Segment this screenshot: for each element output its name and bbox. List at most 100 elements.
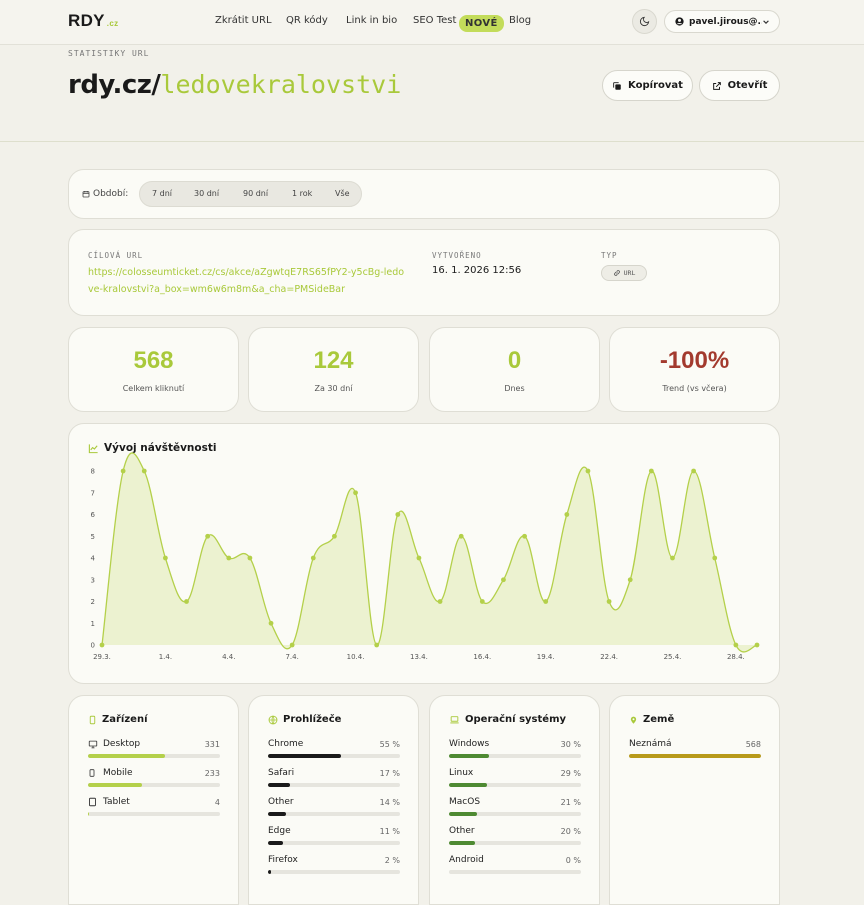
- devices-panel: Zařízení Desktop 331 Mobile 233 Tablet 4: [68, 695, 239, 905]
- data-point[interactable]: [479, 599, 485, 604]
- browser-bar-fill: [268, 783, 291, 787]
- os-bar-fill: [449, 754, 489, 758]
- data-point[interactable]: [374, 642, 380, 648]
- x-tick-label: 28.4.: [727, 653, 745, 661]
- period-option-1y[interactable]: 1 rok: [292, 189, 312, 198]
- moon-icon: [639, 16, 650, 27]
- x-tick-label: 1.4.: [159, 653, 172, 661]
- device-value: 331: [204, 740, 220, 749]
- device-label: Tablet: [88, 797, 130, 807]
- data-point[interactable]: [712, 555, 718, 561]
- nav-link-blog[interactable]: Blog: [509, 15, 531, 26]
- period-option-all[interactable]: Vše: [335, 189, 350, 198]
- device-value: 4: [214, 798, 220, 807]
- data-point[interactable]: [585, 468, 591, 474]
- nav-link-qr[interactable]: QR kódy: [286, 15, 328, 26]
- stat-card-today: 0 Dnes: [429, 327, 600, 412]
- traffic-chart-card: Vývoj návštěvnosti 0 1 2 3 4 5 6 7 8 29.3. 1.4. 4.4…: [68, 423, 780, 684]
- stat-30days-value: 124: [313, 347, 354, 374]
- browser-row: Firefox 2 %: [268, 855, 400, 881]
- data-point[interactable]: [458, 533, 464, 539]
- traffic-chart: 0 1 2 3 4 5 6 7 8 29.3. 1.4. 4.4. 7.4. 10.4. 13.4. 16.4…: [91, 452, 760, 661]
- data-point[interactable]: [120, 468, 126, 474]
- os-row: Other 20 %: [449, 826, 581, 852]
- new-badge: NOVÉ: [459, 15, 504, 32]
- data-point[interactable]: [416, 555, 422, 561]
- phone-icon: [89, 715, 96, 724]
- top-header: RDY .cz Zkrátit URL QR kódy Link in bio S…: [0, 0, 864, 45]
- target-url[interactable]: https://colosseumticket.cz/cs/akce/aZgwt…: [88, 264, 406, 298]
- data-point[interactable]: [184, 599, 189, 604]
- data-point[interactable]: [691, 468, 697, 474]
- device-label: Desktop: [88, 739, 140, 749]
- data-point[interactable]: [205, 533, 211, 539]
- y-tick-label: 5: [91, 533, 95, 541]
- data-point[interactable]: [162, 555, 168, 561]
- data-point[interactable]: [501, 577, 506, 583]
- x-tick-label: 10.4.: [347, 653, 365, 661]
- browser-row: Edge 11 %: [268, 826, 400, 852]
- period-option-7d[interactable]: 7 dní: [152, 189, 172, 198]
- period-option-30d[interactable]: 30 dní: [194, 189, 219, 198]
- os-value: 20 %: [560, 827, 581, 836]
- open-button[interactable]: Otevřít: [699, 70, 780, 101]
- nav-link-bio[interactable]: Link in bio: [346, 15, 397, 26]
- countries-panel: Země Neznámá 568: [609, 695, 780, 905]
- browser-label: Firefox: [268, 855, 298, 865]
- copy-button[interactable]: Kopírovat: [602, 70, 693, 101]
- os-label: Linux: [449, 768, 474, 778]
- data-point[interactable]: [141, 468, 147, 474]
- data-point[interactable]: [648, 468, 654, 474]
- x-tick-label: 16.4.: [473, 653, 491, 661]
- data-point[interactable]: [564, 512, 570, 517]
- data-point[interactable]: [247, 555, 253, 561]
- header-divider: [0, 141, 864, 142]
- x-tick-label: 4.4.: [222, 653, 235, 661]
- x-tick-label: 25.4.: [664, 653, 682, 661]
- stat-card-trend: -100% Trend (vs včera): [609, 327, 780, 412]
- x-tick-label: 13.4.: [410, 653, 428, 661]
- os-bar-track: [449, 870, 581, 874]
- os-bar-fill: [449, 812, 477, 816]
- os-label: Android: [449, 855, 484, 865]
- data-point[interactable]: [289, 642, 295, 648]
- device-bar-track: [88, 812, 220, 816]
- period-options: 7 dní 30 dní 90 dní 1 rok Vše: [139, 181, 362, 207]
- data-point[interactable]: [310, 555, 316, 561]
- stat-total-value: 568: [133, 347, 174, 374]
- os-label: Other: [449, 826, 475, 836]
- data-point[interactable]: [395, 512, 401, 517]
- data-point[interactable]: [353, 490, 358, 496]
- stat-card-total: 568 Celkem kliknutí: [68, 327, 239, 412]
- data-point[interactable]: [627, 577, 633, 583]
- device-row: Mobile 233: [88, 768, 220, 794]
- period-option-90d[interactable]: 90 dní: [243, 189, 268, 198]
- nav-link-seo[interactable]: SEO Test: [413, 15, 456, 26]
- data-point[interactable]: [670, 555, 675, 561]
- os-value: 0 %: [565, 856, 581, 865]
- data-point[interactable]: [99, 642, 105, 648]
- data-point[interactable]: [606, 599, 612, 604]
- theme-toggle-button[interactable]: [632, 9, 657, 34]
- type-label: TYP: [601, 251, 618, 260]
- data-point[interactable]: [437, 599, 443, 604]
- os-bar-fill: [449, 783, 488, 787]
- data-point[interactable]: [332, 533, 337, 539]
- stat-30days-label: Za 30 dní: [314, 384, 353, 393]
- data-point[interactable]: [268, 620, 274, 626]
- nav-link-shorten[interactable]: Zkrátit URL: [215, 15, 272, 26]
- data-point[interactable]: [543, 599, 549, 604]
- country-label: Neznámá: [629, 739, 672, 749]
- user-menu-button[interactable]: pavel.jirous@...: [664, 10, 780, 33]
- created-value: 16. 1. 2026 12:56: [432, 265, 522, 276]
- os-label: Windows: [449, 739, 490, 749]
- stat-trend-label: Trend (vs včera): [662, 384, 727, 393]
- data-point[interactable]: [754, 642, 760, 648]
- device-bar-fill: [88, 783, 143, 787]
- desktop-icon: [88, 740, 99, 749]
- browser-value: 14 %: [379, 798, 400, 807]
- data-point[interactable]: [733, 642, 739, 648]
- link-info-card: CÍLOVÁ URL https://colosseumticket.cz/cs…: [68, 229, 780, 316]
- data-point[interactable]: [522, 533, 527, 539]
- data-point[interactable]: [226, 555, 232, 561]
